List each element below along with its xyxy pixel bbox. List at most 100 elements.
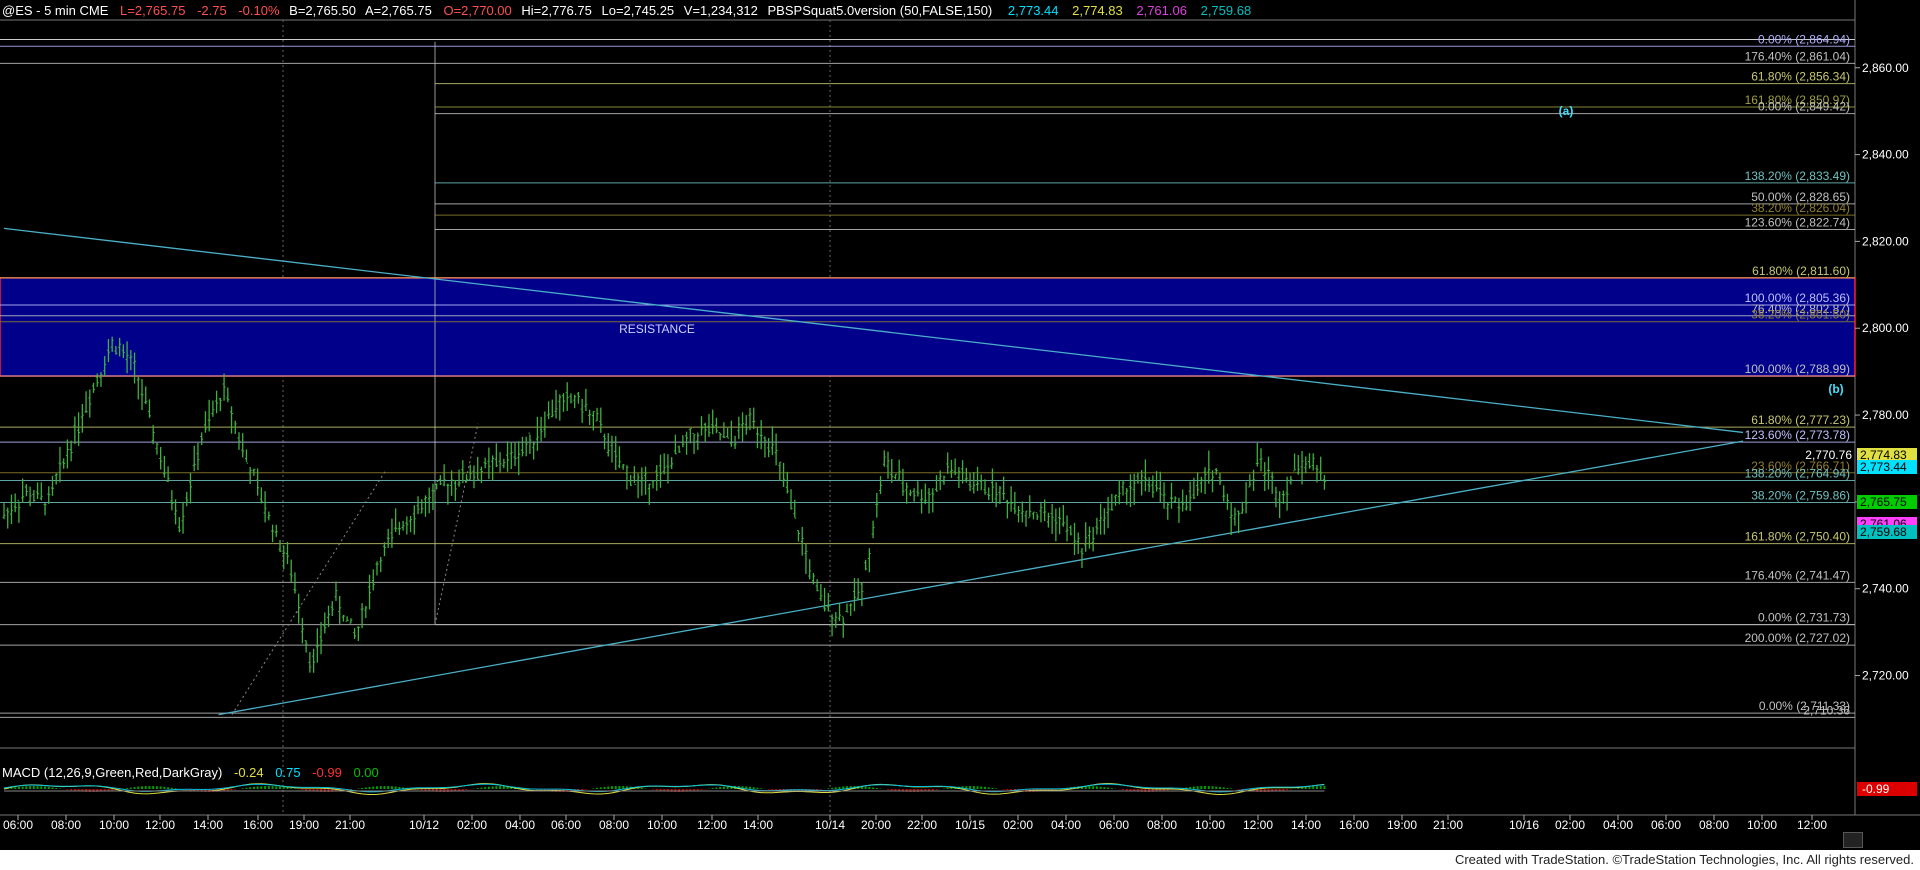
macd-v2: 0.75 bbox=[275, 765, 300, 780]
x-tick-label-16: 10/14 bbox=[815, 818, 845, 832]
x-tick-label-4: 14:00 bbox=[193, 818, 223, 832]
x-tick-label-10: 04:00 bbox=[505, 818, 535, 832]
fib-label-21: 0.00% (2,731.73) bbox=[1758, 611, 1850, 625]
header-bid: B=2,765.50 bbox=[289, 3, 356, 18]
y-tick-label-4: 2,800.00 bbox=[1862, 321, 1909, 335]
macd-panel: -0.99 bbox=[3, 782, 1917, 796]
fib-label-17: 138.20% (2,764.94) bbox=[1745, 466, 1850, 480]
x-tick-label-20: 02:00 bbox=[1003, 818, 1033, 832]
fib-label-2: 61.80% (2,856.34) bbox=[1751, 70, 1850, 84]
x-tick-label-15: 14:00 bbox=[743, 818, 773, 832]
macd-axis-label: -0.99 bbox=[1862, 782, 1890, 796]
fib-label-8: 123.60% (2,822.74) bbox=[1745, 216, 1850, 230]
x-tick-label-7: 21:00 bbox=[335, 818, 365, 832]
fib-label-0: 0.00% (2,864.94) bbox=[1758, 32, 1850, 46]
x-tick-label-28: 19:00 bbox=[1387, 818, 1417, 832]
x-tick-label-34: 08:00 bbox=[1699, 818, 1729, 832]
resistance-zone: RESISTANCE bbox=[0, 277, 1856, 377]
ind-value-1: 2,773.44 bbox=[1008, 3, 1059, 18]
x-tick-label-9: 02:00 bbox=[457, 818, 487, 832]
x-tick-label-12: 08:00 bbox=[599, 818, 629, 832]
x-tick-label-22: 06:00 bbox=[1099, 818, 1129, 832]
x-tick-label-33: 06:00 bbox=[1651, 818, 1681, 832]
header-pct: -0.10% bbox=[238, 3, 280, 18]
fib-label-15: 123.60% (2,773.78) bbox=[1745, 428, 1850, 442]
x-tick-label-36: 12:00 bbox=[1797, 818, 1827, 832]
swing-dotted-2 bbox=[434, 423, 479, 625]
fib-label-19: 161.80% (2,750.40) bbox=[1745, 530, 1850, 544]
time-axis: 06:00 08:00 10:00 12:00 14:00 16:00 19:00 21:00… bbox=[3, 815, 1827, 832]
header-indicator: PBSPSquat5.0version (50,FALSE,150) bbox=[768, 3, 993, 18]
fib-label-5: 138.20% (2,833.49) bbox=[1745, 169, 1850, 183]
trading-chart: RESISTANCE 0.00% (2,864.94) 176.40% (2,86… bbox=[0, 0, 1920, 832]
swing-dotted-1 bbox=[231, 471, 386, 715]
x-tick-label-23: 08:00 bbox=[1147, 818, 1177, 832]
svg-text:MACD (12,26,9,Green,Red,DarkGr: MACD (12,26,9,Green,Red,DarkGray) -0.24 … bbox=[2, 765, 379, 780]
macd-label: MACD (12,26,9,Green,Red,DarkGray) bbox=[2, 765, 222, 780]
header-volume: V=1,234,312 bbox=[684, 3, 758, 18]
wave-label-1: (b) bbox=[1828, 382, 1843, 396]
macd-v4: 0.00 bbox=[353, 765, 378, 780]
fib-label-12: 38.20% (2,801.50) bbox=[1751, 308, 1850, 322]
x-tick-label-27: 16:00 bbox=[1339, 818, 1369, 832]
fib-label-20: 176.40% (2,741.47) bbox=[1745, 568, 1850, 582]
fib-label-14: 61.80% (2,777.23) bbox=[1751, 413, 1850, 427]
x-tick-label-8: 10/12 bbox=[409, 818, 439, 832]
x-tick-label-13: 10:00 bbox=[647, 818, 677, 832]
y-tick-label-7: 2,860.00 bbox=[1862, 61, 1909, 75]
header-change: -2.75 bbox=[197, 3, 227, 18]
x-tick-label-24: 10:00 bbox=[1195, 818, 1225, 832]
header-low: Lo=2,745.25 bbox=[602, 3, 675, 18]
x-tick-label-19: 10/15 bbox=[955, 818, 985, 832]
scrollbar-thumb[interactable] bbox=[1843, 832, 1863, 848]
header-last: L=2,765.75 bbox=[120, 3, 185, 18]
x-tick-label-11: 06:00 bbox=[551, 818, 581, 832]
price-axis: 2,720.002,740.002,760.002,780.002,800.00… bbox=[1855, 61, 1917, 683]
header-symbol: @ES - 5 min CME bbox=[2, 3, 109, 18]
fib-label-13: 100.00% (2,788.99) bbox=[1745, 362, 1850, 376]
header-bar: @ES - 5 min CME L=2,765.75 -2.75 -0.10% … bbox=[2, 3, 1251, 18]
y-tick-label-6: 2,840.00 bbox=[1862, 148, 1909, 162]
fib-label-22: 200.00% (2,727.02) bbox=[1745, 631, 1850, 645]
x-tick-label-1: 08:00 bbox=[51, 818, 81, 832]
fib-label-4: 0.00% (2,849.42) bbox=[1758, 100, 1850, 114]
fib-label-18: 38.20% (2,759.86) bbox=[1751, 488, 1850, 502]
footer-credit: Created with TradeStation. ©TradeStation… bbox=[1454, 852, 1914, 867]
x-tick-label-21: 04:00 bbox=[1051, 818, 1081, 832]
price-marker-label: 2,770.76 bbox=[1805, 448, 1852, 462]
header-high: Hi=2,776.75 bbox=[521, 3, 591, 18]
y-tick-label-3: 2,780.00 bbox=[1862, 408, 1909, 422]
y-tick-label-0: 2,720.00 bbox=[1862, 669, 1909, 683]
macd-v1: -0.24 bbox=[234, 765, 264, 780]
x-tick-label-25: 12:00 bbox=[1243, 818, 1273, 832]
x-tick-label-2: 10:00 bbox=[99, 818, 129, 832]
x-tick-label-18: 22:00 bbox=[907, 818, 937, 832]
axis-box-label-2: 2,765.75 bbox=[1860, 495, 1907, 509]
fib-label-9: 61.80% (2,811.60) bbox=[1752, 264, 1850, 278]
ind-value-2: 2,774.83 bbox=[1072, 3, 1123, 18]
header-open: O=2,770.00 bbox=[443, 3, 511, 18]
y-tick-label-5: 2,820.00 bbox=[1862, 234, 1909, 248]
x-tick-label-3: 12:00 bbox=[145, 818, 175, 832]
x-tick-label-26: 14:00 bbox=[1291, 818, 1321, 832]
fib-label-1: 176.40% (2,861.04) bbox=[1745, 49, 1850, 63]
macd-header: MACD (12,26,9,Green,Red,DarkGray) -0.24 … bbox=[2, 765, 379, 780]
x-tick-label-14: 12:00 bbox=[697, 818, 727, 832]
x-tick-label-32: 04:00 bbox=[1603, 818, 1633, 832]
fib-label-7: 38.20% (2,826.04) bbox=[1751, 201, 1850, 215]
ind-value-3: 2,761.06 bbox=[1136, 3, 1187, 18]
y-tick-label-1: 2,740.00 bbox=[1862, 582, 1909, 596]
ind-value-4: 2,759.68 bbox=[1201, 3, 1252, 18]
price-bars bbox=[2, 336, 1326, 673]
x-tick-label-0: 06:00 bbox=[3, 818, 33, 832]
x-tick-label-5: 16:00 bbox=[243, 818, 273, 832]
x-tick-label-6: 19:00 bbox=[289, 818, 319, 832]
fib-label-24: 2,710.36 bbox=[1803, 703, 1850, 717]
x-tick-label-30: 10/16 bbox=[1509, 818, 1539, 832]
header-text: @ES - 5 min CME L=2,765.75 -2.75 -0.10% … bbox=[2, 3, 1251, 18]
footer-bar: Created with TradeStation. ©TradeStation… bbox=[0, 850, 1920, 870]
resistance-rect bbox=[0, 277, 1856, 377]
x-tick-label-17: 20:00 bbox=[861, 818, 891, 832]
wave-label-0: (a) bbox=[1559, 104, 1574, 118]
axis-box-label-4: 2,759.68 bbox=[1860, 525, 1907, 539]
